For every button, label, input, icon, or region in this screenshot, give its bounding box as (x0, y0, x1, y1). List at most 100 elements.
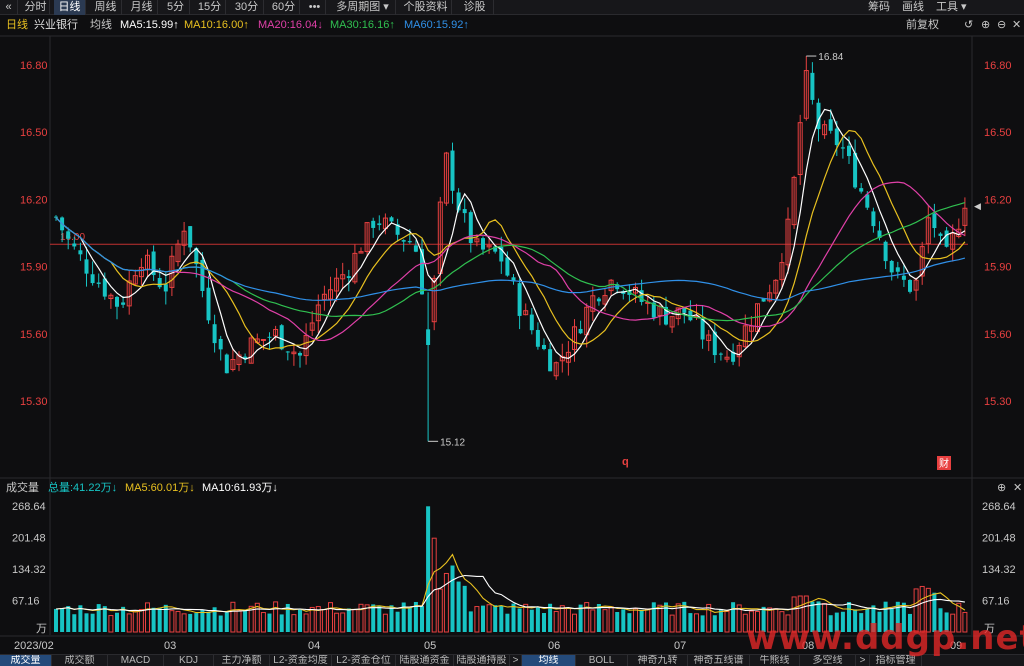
candle-body-146 (944, 230, 949, 247)
candle-body-3 (72, 243, 77, 247)
candle-body-128 (834, 128, 839, 146)
indicator-tab-6[interactable]: L2-资金仓位 (332, 655, 396, 666)
volume-tick-left: 134.32 (12, 564, 46, 576)
volume-bar-27 (218, 615, 223, 632)
candle-body-124 (810, 72, 815, 100)
volume-bar-12 (126, 613, 132, 633)
indicator-tab-3[interactable]: KDJ (164, 655, 214, 666)
volume-bar-60 (420, 606, 424, 632)
indicator-tab-13[interactable]: 神奇五线谱 (688, 655, 750, 666)
volume-label: 成交量 (6, 482, 39, 494)
candle-body-55 (389, 217, 394, 222)
indicator-tab-1[interactable]: 成交额 (52, 655, 108, 666)
volume-bar-109 (718, 608, 723, 632)
volume-bar-110 (724, 610, 730, 633)
y-tick-left: 16.50 (20, 127, 48, 139)
volume-bar-132 (859, 613, 864, 632)
candle-body-127 (828, 119, 833, 131)
indicator-tab-2[interactable]: MACD (108, 655, 164, 666)
volume-bar-80 (542, 613, 546, 632)
ma20-line (55, 181, 966, 342)
y-tick-left: 15.90 (20, 262, 48, 274)
volume-bar-17 (157, 608, 162, 632)
indicator-tab-5[interactable]: L2-资金均度 (270, 655, 332, 666)
volume-bar-58 (407, 606, 412, 632)
candle-body-10 (115, 296, 119, 307)
y-tick-right: 16.50 (984, 127, 1012, 139)
indicator-tab-15[interactable]: 多空线 (800, 655, 856, 666)
indicator-tab-14[interactable]: 牛熊线 (750, 655, 800, 666)
volume-ma5: MA5:60.01万↓ (125, 482, 195, 494)
volume-bar-46 (334, 612, 340, 633)
indicator-tab-8[interactable]: 陆股通持股 (454, 655, 510, 666)
volume-bar-146 (944, 612, 949, 632)
volume-bar-134 (871, 605, 876, 632)
volume-bar-91 (608, 606, 614, 633)
indicator-tab-0[interactable]: 成交量 (0, 655, 52, 666)
volume-bar-118 (773, 608, 779, 633)
volume-bar-117 (767, 607, 773, 633)
volume-bar-88 (590, 609, 596, 633)
indicator-tab-10[interactable]: 均线 (522, 655, 576, 666)
q-marker: q (622, 456, 629, 468)
x-month-label-2: 04 (308, 640, 320, 652)
volume-bar-31 (243, 609, 248, 632)
ma30-line (55, 202, 966, 322)
volume-bar-22 (188, 613, 193, 632)
volume-bar-30 (236, 610, 242, 633)
candle-body-34 (260, 338, 266, 341)
volume-tick-right: 268.64 (982, 501, 1016, 513)
volume-bar-0 (54, 608, 58, 632)
volume-bar-2 (66, 606, 71, 632)
candle-body-52 (371, 220, 376, 228)
volume-tick-right: 134.32 (982, 564, 1016, 576)
volume-bar-114 (748, 610, 754, 633)
candle-body-74 (505, 257, 510, 276)
volume-bar-124 (810, 601, 815, 632)
indicator-tab-4[interactable]: 主力净额 (214, 655, 270, 666)
volume-bar-83 (559, 605, 565, 633)
volume-tick-right: 201.48 (982, 533, 1016, 545)
indicator-tab-16[interactable]: > (856, 655, 870, 666)
volume-bar-62 (431, 537, 437, 633)
current-price-arrow: ◀ (974, 201, 981, 211)
candle-body-37 (279, 325, 284, 350)
volume-bar-39 (291, 614, 297, 633)
volume-bar-129 (840, 611, 845, 632)
volume-bar-79 (535, 607, 540, 632)
volume-bar-11 (121, 606, 126, 632)
candle-body-86 (578, 328, 583, 334)
volume-bar-36 (273, 601, 279, 633)
volume-bar-84 (565, 607, 571, 633)
indicator-tab-7[interactable]: 陆股通资金 (396, 655, 454, 666)
volume-bar-64 (443, 572, 449, 633)
volume-close-icon[interactable]: ✕ (1013, 481, 1022, 495)
kline-chart[interactable]: 16.80 16.80 16.50 16.50 16.20 16.20 15.90 15.90… (0, 0, 1024, 666)
volume-bar-145 (938, 608, 943, 632)
indicator-tab-9[interactable]: > (510, 655, 522, 666)
volume-unit-right: 万 (984, 623, 995, 635)
volume-bar-19 (169, 610, 175, 633)
volume-bar-49 (352, 609, 358, 633)
candle-body-61 (426, 329, 431, 345)
candle-body-78 (529, 314, 534, 331)
x-month-label-3: 05 (424, 640, 436, 652)
volume-bar-61 (426, 506, 431, 632)
volume-bar-111 (731, 602, 736, 632)
volume-bar-85 (572, 613, 577, 633)
candle-body-5 (84, 259, 89, 274)
candle-body-58 (407, 241, 412, 243)
indicator-tab-12[interactable]: 神奇九转 (628, 655, 688, 666)
volume-bar-94 (627, 613, 632, 632)
volume-settings-icon[interactable]: ⊕ (997, 481, 1006, 495)
candle-body-138 (895, 267, 900, 272)
indicator-tab-11[interactable]: BOLL (576, 655, 628, 666)
candle-body-65 (450, 150, 455, 191)
volume-bar-16 (151, 607, 156, 632)
indicator-tab-17[interactable]: 指标管理 (870, 655, 922, 666)
volume-bar-10 (115, 612, 119, 632)
volume-bar-4 (78, 605, 83, 632)
candle-body-145 (938, 233, 943, 236)
low-marker-label: 15.12 (440, 437, 465, 448)
candle-body-22 (188, 226, 193, 248)
